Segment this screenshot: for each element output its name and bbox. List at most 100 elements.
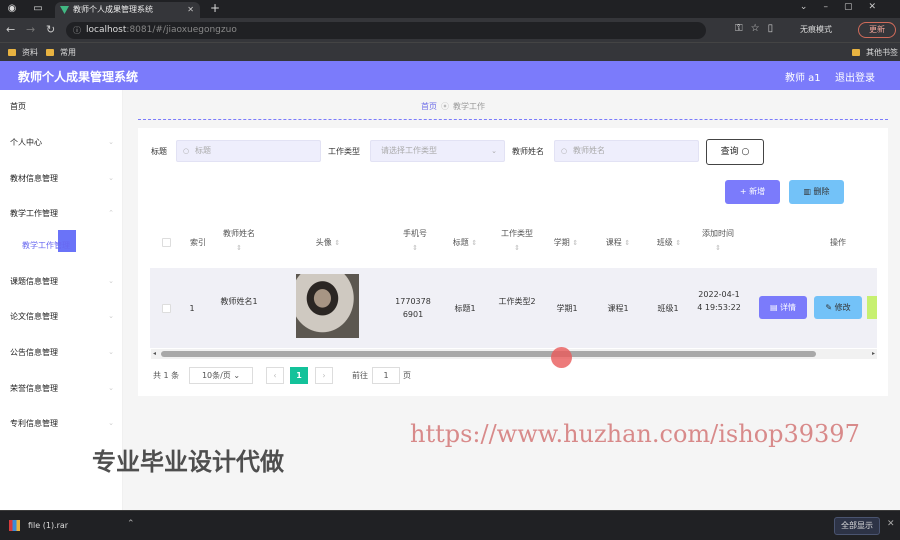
sort-icon: ⇕ <box>675 239 682 247</box>
bookmark-ziliao[interactable]: 资料 <box>8 47 38 58</box>
toolbar-icons[interactable]: ⚿☆▯ <box>735 23 781 34</box>
header-type[interactable]: 工作类型 ⇕ <box>493 227 541 255</box>
breadcrumb-home[interactable]: 首页 <box>421 102 437 111</box>
tab-title: 教师个人成果管理系统 <box>73 5 153 14</box>
download-file[interactable]: file (1).rar <box>28 521 68 530</box>
logout-link[interactable]: 退出登录 <box>835 69 875 84</box>
title-input[interactable]: ○ 标题 <box>176 140 321 162</box>
scroll-thumb[interactable] <box>161 351 816 357</box>
vue-logo-icon <box>60 6 69 14</box>
incognito-label[interactable]: 无痕模式 <box>800 24 832 35</box>
cell-course: 课程1 <box>607 304 629 313</box>
address-bar: ← → ↻ ⓘ localhost:8081/#/jiaoxuegongzuo … <box>0 18 900 42</box>
sidebar-subitem-teaching-manage[interactable]: 教学工作管理 <box>22 240 70 251</box>
cell-semester: 学期1 <box>556 304 578 313</box>
header-semester[interactable]: 学期 ⇕ <box>546 236 586 250</box>
sidebar-item-paper[interactable]: 论文信息管理 <box>10 311 58 322</box>
delete-button[interactable]: ▥ 删除 <box>789 180 844 204</box>
cell-time: 2022-04-14 19:53:22 <box>697 290 741 312</box>
goto-input[interactable]: 1 <box>372 367 400 384</box>
sidebar-item-teaching[interactable]: 教学工作管理 <box>10 208 58 219</box>
header-class[interactable]: 班级 ⇕ <box>649 236 689 250</box>
sort-icon: ⇕ <box>624 239 631 247</box>
bookmark-changyong[interactable]: 常用 <box>46 47 76 58</box>
query-button[interactable]: 查询 ○ <box>706 139 764 165</box>
url-path: :8081/#/jiaoxuegongzuo <box>126 25 237 35</box>
goto-label: 前往 <box>352 371 368 380</box>
browser-menu-icon[interactable]: ◉ <box>6 3 18 15</box>
plus-icon: + <box>739 187 747 196</box>
user-name: 教师 a1 <box>785 73 821 84</box>
next-page-button[interactable]: › <box>315 367 333 384</box>
sidebar-item-profile[interactable]: 个人中心 <box>10 137 42 148</box>
chevron-down-icon: ⌄ <box>491 147 497 155</box>
prev-page-button[interactable]: ‹ <box>266 367 284 384</box>
browser-tab[interactable]: 教师个人成果管理系统 ✕ <box>55 2 200 18</box>
reload-icon[interactable]: ↻ <box>46 23 55 36</box>
sidebar-item-textbook[interactable]: 教材信息管理 <box>10 173 58 184</box>
add-button[interactable]: + 新增 <box>725 180 780 204</box>
page-size-select[interactable]: 10条/页 ⌄ <box>189 367 253 384</box>
chevron-down-icon: ⌄ <box>108 419 114 427</box>
chevron-down-icon: ⌄ <box>233 371 241 380</box>
detail-button[interactable]: ▤ 详情 <box>759 296 807 319</box>
breadcrumb-separator-icon: ⦿ <box>441 102 449 111</box>
app-title: 教师个人成果管理系统 <box>18 70 139 84</box>
sidebar-item-notice[interactable]: 公告信息管理 <box>10 347 58 358</box>
header-phone[interactable]: 手机号 ⇕ <box>395 227 435 255</box>
type-label: 工作类型 <box>328 147 360 156</box>
tab-close-icon[interactable]: ✕ <box>187 2 194 18</box>
pagination-total: 共 1 条 <box>153 371 180 380</box>
chevron-down-icon: ⌄ <box>108 348 114 356</box>
url-input[interactable]: ⓘ localhost:8081/#/jiaoxuegongzuo <box>66 22 706 39</box>
header-course[interactable]: 课程 ⇕ <box>598 236 638 250</box>
table-scrollbar[interactable]: ◂ ▸ <box>151 349 877 359</box>
type-select[interactable]: 请选择工作类型 ⌄ <box>370 140 505 162</box>
browser-tab-bar: ◉ ▭ 教师个人成果管理系统 ✕ + ⌄–▢✕ <box>0 0 900 18</box>
sidebar-item-honor[interactable]: 荣誉信息管理 <box>10 383 58 394</box>
chevron-down-icon: ⌄ <box>108 277 114 285</box>
forward-icon[interactable]: → <box>26 23 35 36</box>
sort-icon: ⇕ <box>572 239 579 247</box>
scroll-right-icon[interactable]: ▸ <box>872 349 875 359</box>
header-teacher[interactable]: 教师姓名 ⇕ <box>215 227 263 255</box>
new-tab-icon[interactable]: + <box>210 1 220 15</box>
sort-icon: ⇕ <box>236 244 242 252</box>
title-label: 标题 <box>151 147 167 156</box>
select-all-checkbox[interactable] <box>162 238 171 247</box>
sidebar-item-project[interactable]: 课题信息管理 <box>10 276 58 287</box>
sidebar-item-home[interactable]: 首页 <box>10 101 26 112</box>
edit-button[interactable]: ✎ 修改 <box>814 296 862 319</box>
search-icon: ○ <box>183 147 190 155</box>
teacher-input[interactable]: ○ 教师姓名 <box>554 140 699 162</box>
row-checkbox[interactable] <box>162 304 171 313</box>
window-controls[interactable]: ⌄–▢✕ <box>800 2 892 12</box>
delete-row-button[interactable] <box>867 296 877 319</box>
avatar-photo <box>296 274 359 338</box>
url-watermark: https://www.huzhan.com/ishop39397 <box>410 420 860 448</box>
chevron-up-icon[interactable]: ⌃ <box>127 519 135 529</box>
sort-icon: ⇕ <box>514 244 520 252</box>
page-1-button[interactable]: 1 <box>290 367 308 384</box>
window-icon[interactable]: ▭ <box>32 3 44 15</box>
sidebar-item-patent[interactable]: 专利信息管理 <box>10 418 58 429</box>
close-icon[interactable]: ✕ <box>887 519 895 529</box>
teacher-label: 教师姓名 <box>512 147 544 156</box>
header-title[interactable]: 标题 ⇕ <box>445 236 485 250</box>
show-all-button[interactable]: 全部显示 <box>834 517 880 535</box>
update-button[interactable]: 更新 <box>858 22 896 38</box>
chevron-down-icon: ⌄ <box>108 174 114 182</box>
folder-icon <box>46 49 54 56</box>
header-time[interactable]: 添加时间 ⇕ <box>697 227 739 255</box>
cell-teacher: 教师姓名1 <box>220 297 258 306</box>
back-icon[interactable]: ← <box>6 23 15 36</box>
page-unit-label: 页 <box>403 371 411 380</box>
breadcrumb: 首页 ⦿ 教学工作 <box>421 101 485 112</box>
header-avatar[interactable]: 头像 ⇕ <box>305 236 351 250</box>
info-icon: ⓘ <box>73 26 81 35</box>
divider <box>138 119 888 120</box>
bookmark-other[interactable]: 其他书签 <box>852 47 898 58</box>
scroll-left-icon[interactable]: ◂ <box>153 349 156 359</box>
click-indicator <box>551 347 572 368</box>
url-host: localhost <box>86 25 127 35</box>
